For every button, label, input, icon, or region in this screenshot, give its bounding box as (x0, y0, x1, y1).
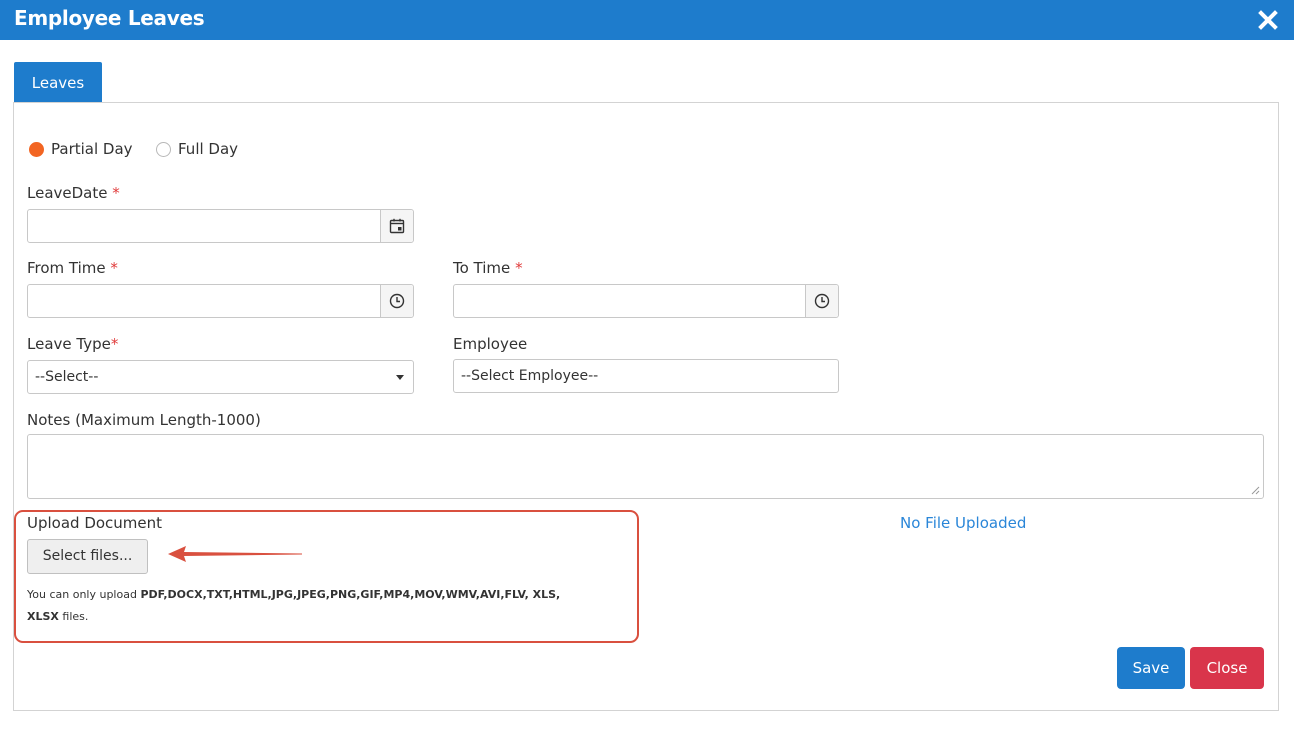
from-time-input[interactable] (27, 284, 414, 318)
required-mark: * (515, 259, 523, 277)
leave-type-label-text: Leave Type (27, 335, 111, 353)
tab-leaves[interactable]: Leaves (14, 62, 102, 102)
notes-label: Notes (Maximum Length-1000) (27, 411, 261, 429)
required-mark: * (112, 184, 120, 202)
upload-hint-suffix: files. (58, 610, 89, 623)
tab-leaves-label: Leaves (31, 74, 85, 92)
required-mark: * (110, 335, 119, 353)
leave-date-label-text: LeaveDate (27, 184, 108, 202)
upload-status: No File Uploaded (900, 514, 1027, 532)
radio-unselected-icon[interactable] (156, 141, 171, 157)
radio-full-day[interactable]: Full Day (156, 139, 238, 159)
leave-type-label: Leave Type* (27, 335, 118, 353)
from-time-label-text: From Time (27, 259, 106, 277)
leave-type-select[interactable]: --Select-- (27, 360, 414, 394)
required-mark: * (110, 259, 118, 277)
leave-type-value: --Select-- (35, 369, 99, 385)
upload-hint-prefix: You can only upload (27, 588, 141, 601)
to-time-label-text: To Time (453, 259, 511, 277)
upload-hint-types: PDF,DOCX,TXT,HTML,JPG,JPEG,PNG,GIF,MP4,M… (140, 588, 561, 601)
notes-textarea[interactable] (27, 434, 1264, 499)
save-button[interactable]: Save (1117, 647, 1185, 689)
resize-grip-icon[interactable] (1251, 486, 1260, 495)
caret-down-icon (396, 375, 404, 380)
radio-partial-day[interactable]: Partial Day (29, 139, 133, 159)
close-icon[interactable] (1258, 9, 1278, 31)
annotation-arrow-icon (168, 546, 302, 562)
upload-hint-line1: You can only upload PDF,DOCX,TXT,HTML,JP… (27, 588, 560, 601)
to-time-input[interactable] (453, 284, 839, 318)
dialog-titlebar: Employee Leaves (0, 0, 1294, 40)
select-files-button[interactable]: Select files... (27, 539, 148, 574)
upload-hint-types-2: XLSX (27, 610, 59, 623)
radio-full-day-label: Full Day (178, 140, 239, 158)
employee-value: --Select Employee-- (461, 368, 599, 384)
clock-icon[interactable] (805, 285, 838, 317)
employee-select[interactable]: --Select Employee-- (453, 359, 839, 393)
leave-date-label: LeaveDate * (27, 184, 120, 202)
calendar-icon[interactable] (380, 210, 413, 242)
to-time-label: To Time * (453, 259, 523, 277)
employee-label: Employee (453, 335, 528, 353)
leave-date-input[interactable] (27, 209, 414, 243)
radio-selected-icon[interactable] (29, 141, 44, 157)
from-time-label: From Time * (27, 259, 118, 277)
close-button[interactable]: Close (1190, 647, 1264, 689)
upload-hint-line2: XLSX files. (27, 610, 88, 623)
upload-document-label: Upload Document (27, 514, 163, 532)
clock-icon[interactable] (380, 285, 413, 317)
radio-partial-day-label: Partial Day (51, 140, 133, 158)
dialog-title: Employee Leaves (14, 6, 205, 30)
